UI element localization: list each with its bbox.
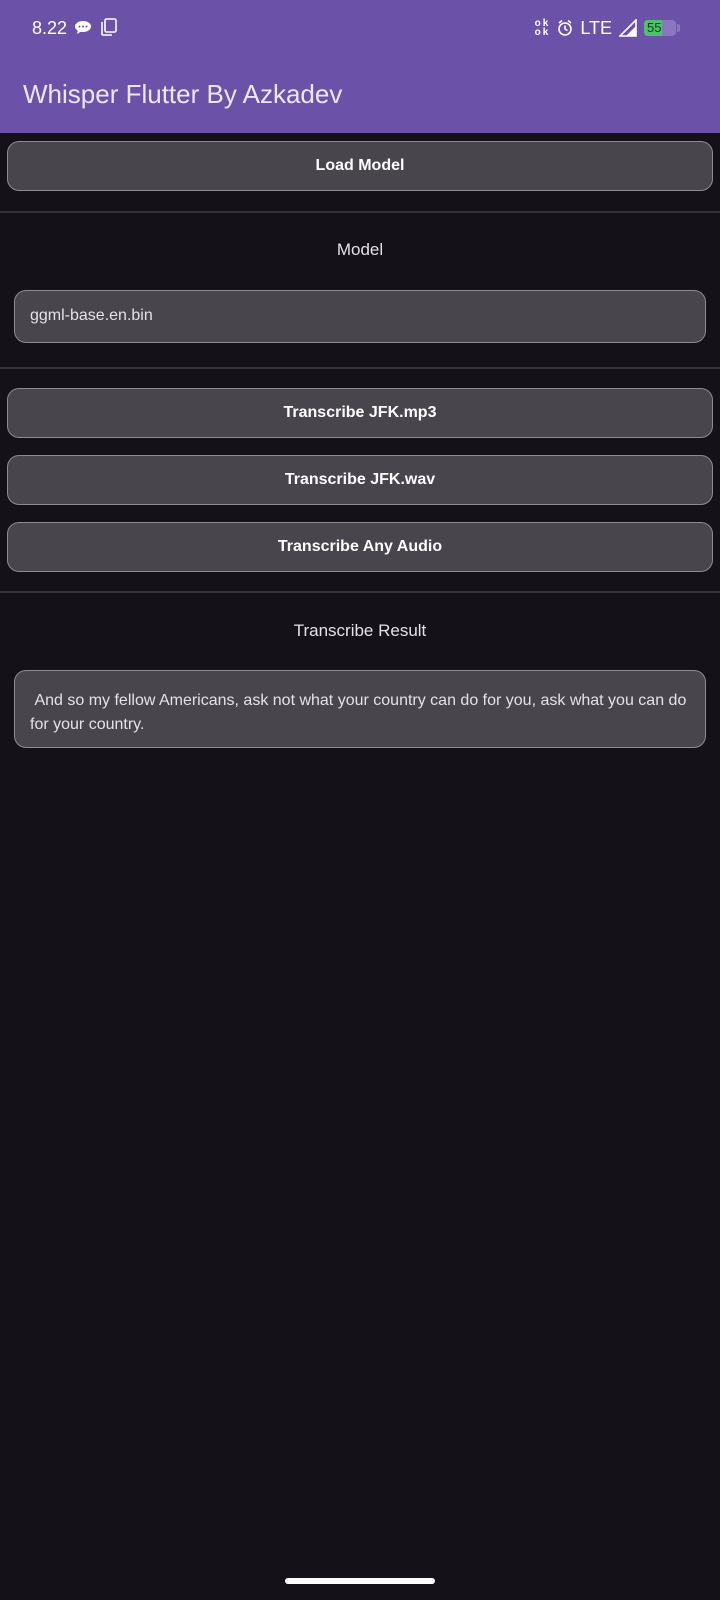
network-type: LTE: [580, 18, 612, 38]
result-section-label: Transcribe Result: [293, 621, 427, 640]
transcribe-mp3-button[interactable]: Transcribe JFK.mp3: [7, 388, 713, 438]
battery-level: 55: [647, 20, 662, 35]
status-right-cluster: ok ok LTE 55: [535, 14, 680, 42]
battery-icon: 55: [644, 20, 676, 36]
alarm-icon: [558, 19, 573, 36]
divider: [0, 591, 720, 593]
divider: [0, 211, 720, 213]
divider: [0, 367, 720, 369]
model-field[interactable]: ggml-base.en.bin: [14, 290, 706, 343]
copy-icon: [101, 18, 117, 36]
app-title: Whisper Flutter By Azkadev: [23, 79, 343, 109]
ok-icon: ok ok: [534, 18, 551, 38]
status-time: 8.22: [32, 18, 68, 38]
battery-nub: [677, 24, 680, 32]
load-model-button[interactable]: Load Model: [7, 141, 713, 191]
signal-icon: [619, 19, 637, 37]
transcribe-wav-button[interactable]: Transcribe JFK.wav: [7, 455, 713, 505]
transcribe-any-audio-button[interactable]: Transcribe Any Audio: [7, 522, 713, 572]
transcribe-result-text: And so my fellow Americans, ask not what…: [14, 670, 706, 748]
app-header: 8.22 ok ok LTE 55 Whisper Flutter By Azk…: [0, 0, 720, 133]
model-section-label: Model: [336, 240, 384, 259]
home-indicator[interactable]: [285, 1578, 435, 1584]
chat-icon: [75, 21, 91, 34]
